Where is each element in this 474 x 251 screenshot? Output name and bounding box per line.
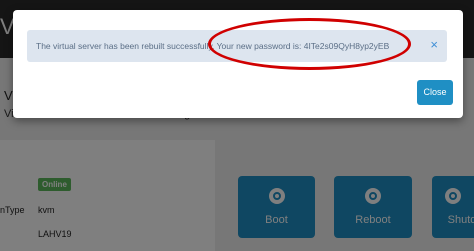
success-alert: The virtual server has been rebuilt succ… [27,30,447,62]
close-button[interactable]: Close [417,80,453,105]
rebuild-success-modal: The virtual server has been rebuilt succ… [13,10,463,118]
alert-close-icon[interactable]: × [430,37,438,52]
alert-message: The virtual server has been rebuilt succ… [36,41,390,51]
